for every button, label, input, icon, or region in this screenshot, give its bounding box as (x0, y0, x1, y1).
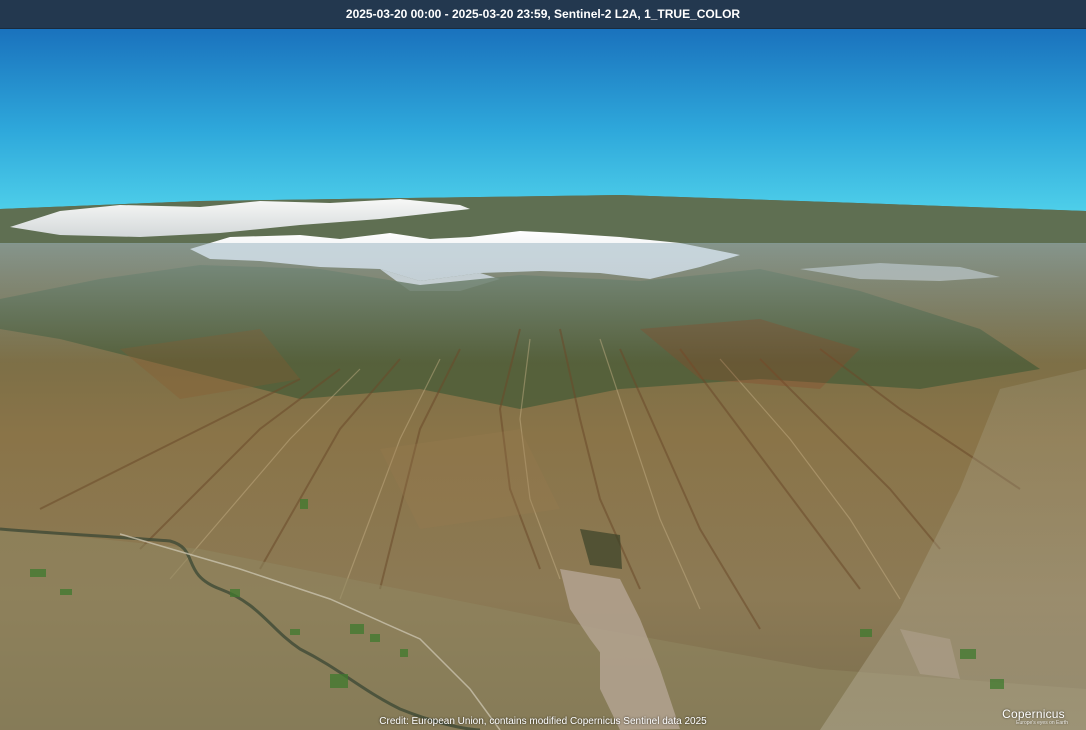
copernicus-logo: Copernicus Europe's eyes on Earth (1002, 707, 1068, 726)
copernicus-logo-text: Copernicus (1002, 707, 1065, 721)
terrain-3d-view[interactable] (0, 29, 1086, 730)
imagery-credit: Credit: European Union, contains modifie… (379, 716, 707, 727)
scene-title: 2025-03-20 00:00 - 2025-03-20 23:59, Sen… (345, 7, 741, 21)
copernicus-logo-tagline: Europe's eyes on Earth (1016, 720, 1068, 726)
sky (0, 29, 1086, 214)
scene-title-bar: 2025-03-20 00:00 - 2025-03-20 23:59, Sen… (0, 0, 1086, 29)
